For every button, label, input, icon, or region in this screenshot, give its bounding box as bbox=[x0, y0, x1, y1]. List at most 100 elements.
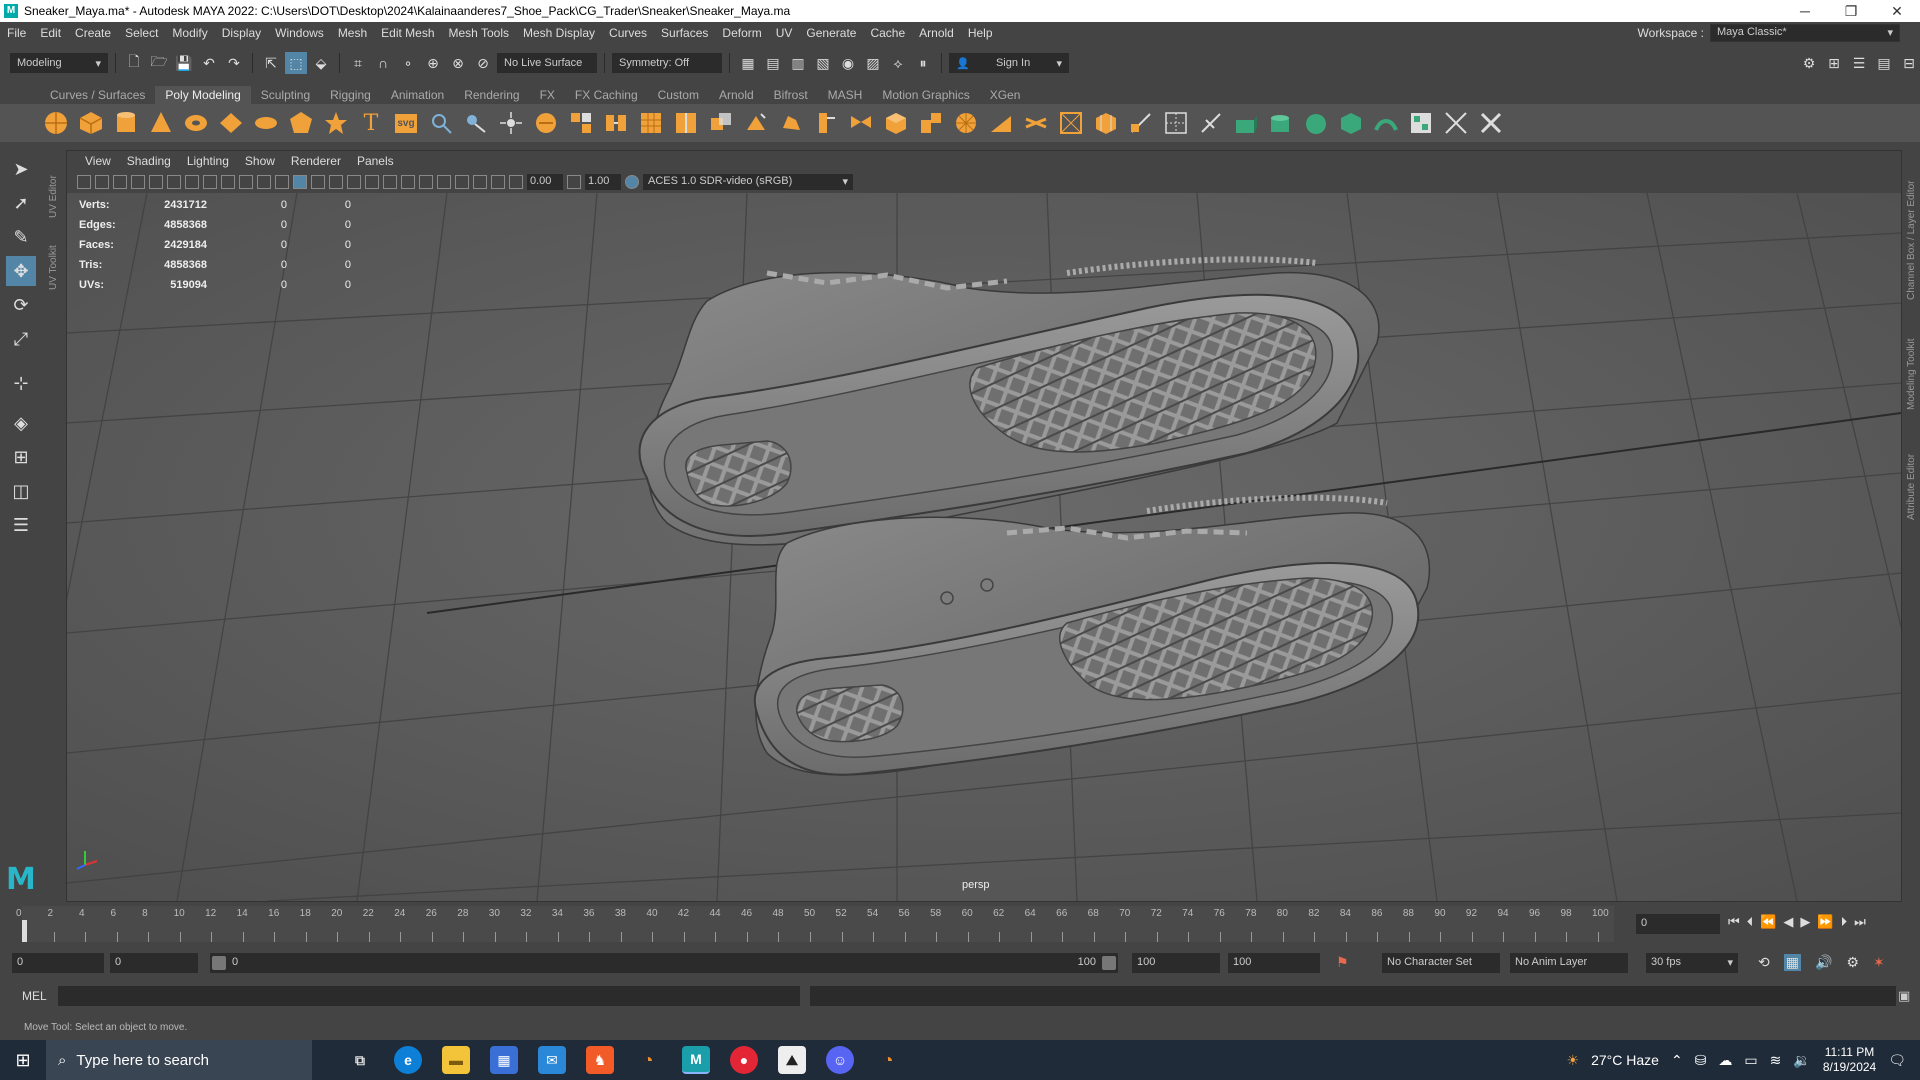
poly-torus-icon[interactable] bbox=[182, 109, 210, 137]
channel-box-tab[interactable]: Channel Box / Layer Editor bbox=[1906, 160, 1917, 300]
select-tool-icon[interactable]: ➤ bbox=[6, 154, 36, 184]
step-back-key-icon[interactable]: ⏪ bbox=[1760, 914, 1776, 930]
four-pane-layout-icon[interactable]: ⊞ bbox=[6, 442, 36, 472]
hypershade-icon[interactable]: ◉ bbox=[837, 52, 859, 74]
xray-joints-icon[interactable] bbox=[473, 175, 487, 189]
tab-fx[interactable]: FX bbox=[530, 86, 565, 104]
playback-start-field[interactable]: 0 bbox=[110, 953, 198, 973]
tab-rigging[interactable]: Rigging bbox=[320, 86, 381, 104]
color-space-select[interactable]: ACES 1.0 SDR-video (sRGB) ▾ bbox=[643, 174, 853, 190]
pause-icon[interactable]: ⏸ bbox=[912, 52, 934, 74]
file-explorer-icon[interactable]: ▬ bbox=[442, 1046, 470, 1074]
playback-end-field[interactable]: 100 bbox=[1132, 953, 1220, 973]
save-scene-icon[interactable]: 💾 bbox=[173, 52, 195, 74]
panel-menu-view[interactable]: View bbox=[77, 154, 119, 168]
tab-rendering[interactable]: Rendering bbox=[454, 86, 529, 104]
menu-cache[interactable]: Cache bbox=[863, 26, 912, 40]
rotate-tool-icon[interactable]: ⟳ bbox=[6, 290, 36, 320]
render-settings-icon[interactable]: ▧ bbox=[812, 52, 834, 74]
step-forward-key-icon[interactable]: ⏩ bbox=[1817, 914, 1833, 930]
menu-curves[interactable]: Curves bbox=[602, 26, 654, 40]
measure-tool-icon[interactable] bbox=[462, 109, 490, 137]
scale-tool-icon[interactable]: ⤢ bbox=[6, 324, 36, 354]
default-material-icon[interactable] bbox=[311, 175, 325, 189]
extract-icon[interactable] bbox=[637, 109, 665, 137]
current-frame-field[interactable]: 0 bbox=[1636, 914, 1720, 934]
menu-windows[interactable]: Windows bbox=[268, 26, 331, 40]
svg-tool-icon[interactable]: svg bbox=[392, 109, 420, 137]
paint-select-icon[interactable]: ✎ bbox=[6, 222, 36, 252]
color-management-icon[interactable] bbox=[625, 175, 639, 189]
taskbar-search[interactable]: ⌕ Type here to search bbox=[46, 1040, 312, 1080]
tab-motion-graphics[interactable]: Motion Graphics bbox=[872, 86, 979, 104]
uv-toolkit-tab[interactable]: UV Toolkit bbox=[48, 230, 59, 290]
last-tool-icon[interactable]: ⊹ bbox=[6, 368, 36, 398]
outliner-layout-icon[interactable]: ☰ bbox=[6, 510, 36, 540]
tool-settings-icon[interactable]: ☰ bbox=[1848, 52, 1870, 74]
scene-end-field[interactable]: 100 bbox=[1228, 953, 1320, 973]
script-language-label[interactable]: MEL bbox=[22, 989, 47, 1003]
go-to-start-icon[interactable]: ⏮ bbox=[1728, 914, 1740, 930]
tab-mash[interactable]: MASH bbox=[818, 86, 873, 104]
attribute-editor-icon[interactable]: ⊞ bbox=[1823, 52, 1845, 74]
gamma-field[interactable]: 1.00 bbox=[585, 174, 621, 190]
menu-edit[interactable]: Edit bbox=[33, 26, 68, 40]
range-end-handle[interactable] bbox=[1102, 956, 1116, 970]
weather-text[interactable]: 27°C Haze bbox=[1591, 1052, 1659, 1068]
range-start-handle[interactable] bbox=[212, 956, 226, 970]
menu-help[interactable]: Help bbox=[961, 26, 1000, 40]
poly-sphere-icon[interactable] bbox=[42, 109, 70, 137]
insert-edge-loop-icon[interactable] bbox=[1092, 109, 1120, 137]
maya-taskbar-icon[interactable]: M bbox=[682, 1046, 710, 1074]
photo-app-icon[interactable]: ⛰ bbox=[778, 1046, 806, 1074]
menu-arnold[interactable]: Arnold bbox=[912, 26, 961, 40]
lights-icon[interactable] bbox=[347, 175, 361, 189]
3d-viewport[interactable]: Verts: 2431712 0 0 Edges: 4858368 0 0 Faces: 24… bbox=[67, 193, 1901, 901]
sculpt-tool-icon[interactable] bbox=[427, 109, 455, 137]
select-component-icon[interactable]: ⬙ bbox=[310, 52, 332, 74]
smooth-shade-icon[interactable] bbox=[293, 175, 307, 189]
xray-icon[interactable] bbox=[455, 175, 469, 189]
exposure-icon[interactable] bbox=[509, 175, 523, 189]
target-weld-icon[interactable] bbox=[1162, 109, 1190, 137]
store-icon[interactable]: ▦ bbox=[490, 1046, 518, 1074]
play-forwards-icon[interactable]: ▶ bbox=[1800, 914, 1810, 930]
isolate-select-icon[interactable] bbox=[437, 175, 451, 189]
attribute-editor-tab[interactable]: Attribute Editor bbox=[1906, 430, 1917, 520]
tab-xgen[interactable]: XGen bbox=[980, 86, 1031, 104]
workspace-select[interactable]: Maya Classic* ▾ bbox=[1710, 24, 1900, 42]
channel-box-icon[interactable]: ▤ bbox=[1873, 52, 1895, 74]
mirror-icon[interactable] bbox=[672, 109, 700, 137]
fps-select[interactable]: 30 fps ▾ bbox=[1646, 953, 1738, 973]
network-drive-icon[interactable]: ⛁ bbox=[1695, 1052, 1707, 1069]
modeling-toolkit-tab[interactable]: Modeling Toolkit bbox=[1906, 320, 1917, 410]
menu-create[interactable]: Create bbox=[68, 26, 118, 40]
snap-surface-icon[interactable]: ⊗ bbox=[447, 52, 469, 74]
onedrive-icon[interactable]: ☁ bbox=[1718, 1052, 1732, 1069]
panel-menu-lighting[interactable]: Lighting bbox=[179, 154, 237, 168]
film-gate-icon[interactable] bbox=[185, 175, 199, 189]
menu-modify[interactable]: Modify bbox=[165, 26, 214, 40]
single-pane-layout-icon[interactable]: ◈ bbox=[6, 408, 36, 438]
select-hierarchy-icon[interactable]: ⇱ bbox=[260, 52, 282, 74]
gamma-icon[interactable] bbox=[567, 175, 581, 189]
time-slider[interactable]: 0 2 4 6 8 10 12 14 16 18 20 22 24 26 28 30 32 34 36 38 40 42 4… bbox=[0, 904, 1920, 946]
uv-cylindrical-icon[interactable] bbox=[1267, 109, 1295, 137]
tab-animation[interactable]: Animation bbox=[381, 86, 454, 104]
separate-icon[interactable] bbox=[567, 109, 595, 137]
arnold-ipr-icon[interactable]: ⟡ bbox=[887, 52, 909, 74]
show-hidden-icons-icon[interactable]: ⌃ bbox=[1671, 1052, 1683, 1069]
tab-arnold[interactable]: Arnold bbox=[709, 86, 764, 104]
lasso-tool-icon[interactable]: ➚ bbox=[6, 188, 36, 218]
ipr-render-icon[interactable]: ▥ bbox=[787, 52, 809, 74]
motion-blur-icon[interactable] bbox=[401, 175, 415, 189]
menu-file[interactable]: File bbox=[0, 26, 33, 40]
textured-icon[interactable] bbox=[329, 175, 343, 189]
blender-2-icon[interactable]: ◔ bbox=[874, 1046, 902, 1074]
symmetry-select[interactable]: Symmetry: Off bbox=[612, 53, 722, 73]
close-button[interactable]: ✕ bbox=[1874, 3, 1920, 20]
range-bar[interactable]: 0 100 bbox=[210, 953, 1118, 973]
taskbar-clock[interactable]: 11:11 PM 8/19/2024 bbox=[1823, 1045, 1876, 1075]
scene-start-field[interactable]: 0 bbox=[12, 953, 104, 973]
gate-mask-icon[interactable] bbox=[221, 175, 235, 189]
